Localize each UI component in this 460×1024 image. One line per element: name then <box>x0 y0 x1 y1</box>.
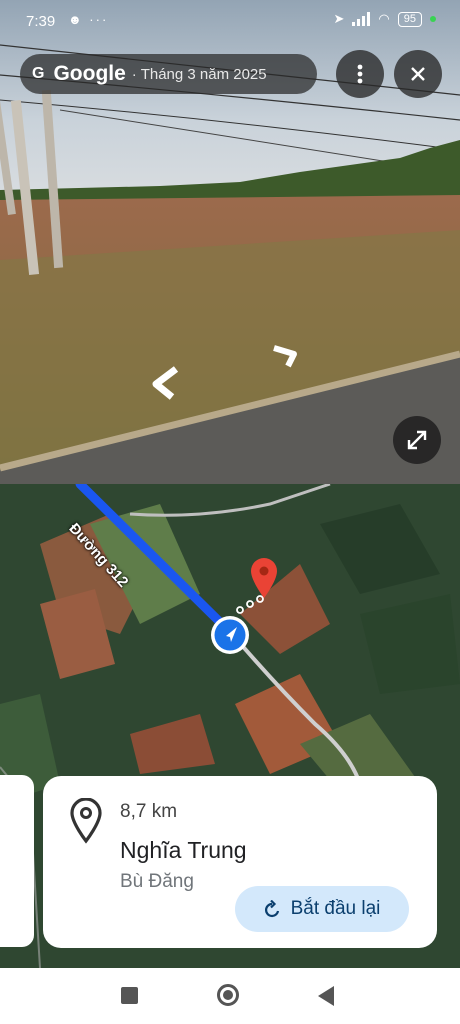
street-view-header: G Google · Tháng 3 năm 2025 <box>20 54 317 94</box>
back-button[interactable] <box>318 986 334 1006</box>
route-card[interactable]: 8,7 km Nghĩa Trung Bù Đăng Bắt đầu lại <box>43 776 437 948</box>
notification-icons: ☻ ··· <box>68 12 109 27</box>
close-icon <box>411 67 425 81</box>
restart-icon <box>264 900 279 918</box>
previous-card[interactable] <box>0 775 34 947</box>
place-name: Nghĩa Trung <box>120 837 247 863</box>
recents-button[interactable] <box>121 987 138 1004</box>
destination-pin-icon[interactable] <box>249 557 279 599</box>
restart-label: Bắt đầu lại <box>290 898 381 919</box>
battery-icon: 95 <box>397 11 422 27</box>
wifi-icon: ◠ <box>378 11 390 26</box>
close-button[interactable] <box>394 50 442 98</box>
capture-date: · Tháng 3 năm 2025 <box>131 65 267 83</box>
system-nav-bar <box>0 968 460 1024</box>
privacy-dot-icon <box>430 16 436 22</box>
signal-icon <box>352 12 371 26</box>
more-options-button[interactable] <box>336 50 384 98</box>
restart-button[interactable]: Bắt đầu lại <box>235 886 409 932</box>
status-right-icons: ➤ ◠ 95 <box>333 11 436 27</box>
google-g-icon: G <box>32 65 45 82</box>
expand-button[interactable] <box>393 416 441 464</box>
expand-icon <box>407 430 427 450</box>
route-distance: 8,7 km <box>120 801 178 822</box>
location-icon: ➤ <box>333 11 345 26</box>
navigate-back-arrow-icon[interactable] <box>150 366 180 400</box>
navigate-forward-arrow-icon[interactable] <box>270 344 300 370</box>
google-brand: Google <box>53 62 126 85</box>
current-location-icon[interactable] <box>209 614 251 656</box>
place-region: Bù Đăng <box>120 871 194 892</box>
status-time: 7:39 <box>26 13 56 30</box>
home-button[interactable] <box>217 984 239 1006</box>
street-view-panel[interactable]: 7:39 ☻ ··· ➤ ◠ 95 G Google · Tháng 3 năm… <box>0 0 460 484</box>
place-pin-icon <box>70 798 102 844</box>
more-vert-icon <box>357 64 363 84</box>
status-bar: 7:39 ☻ ··· ➤ ◠ 95 <box>0 0 460 44</box>
